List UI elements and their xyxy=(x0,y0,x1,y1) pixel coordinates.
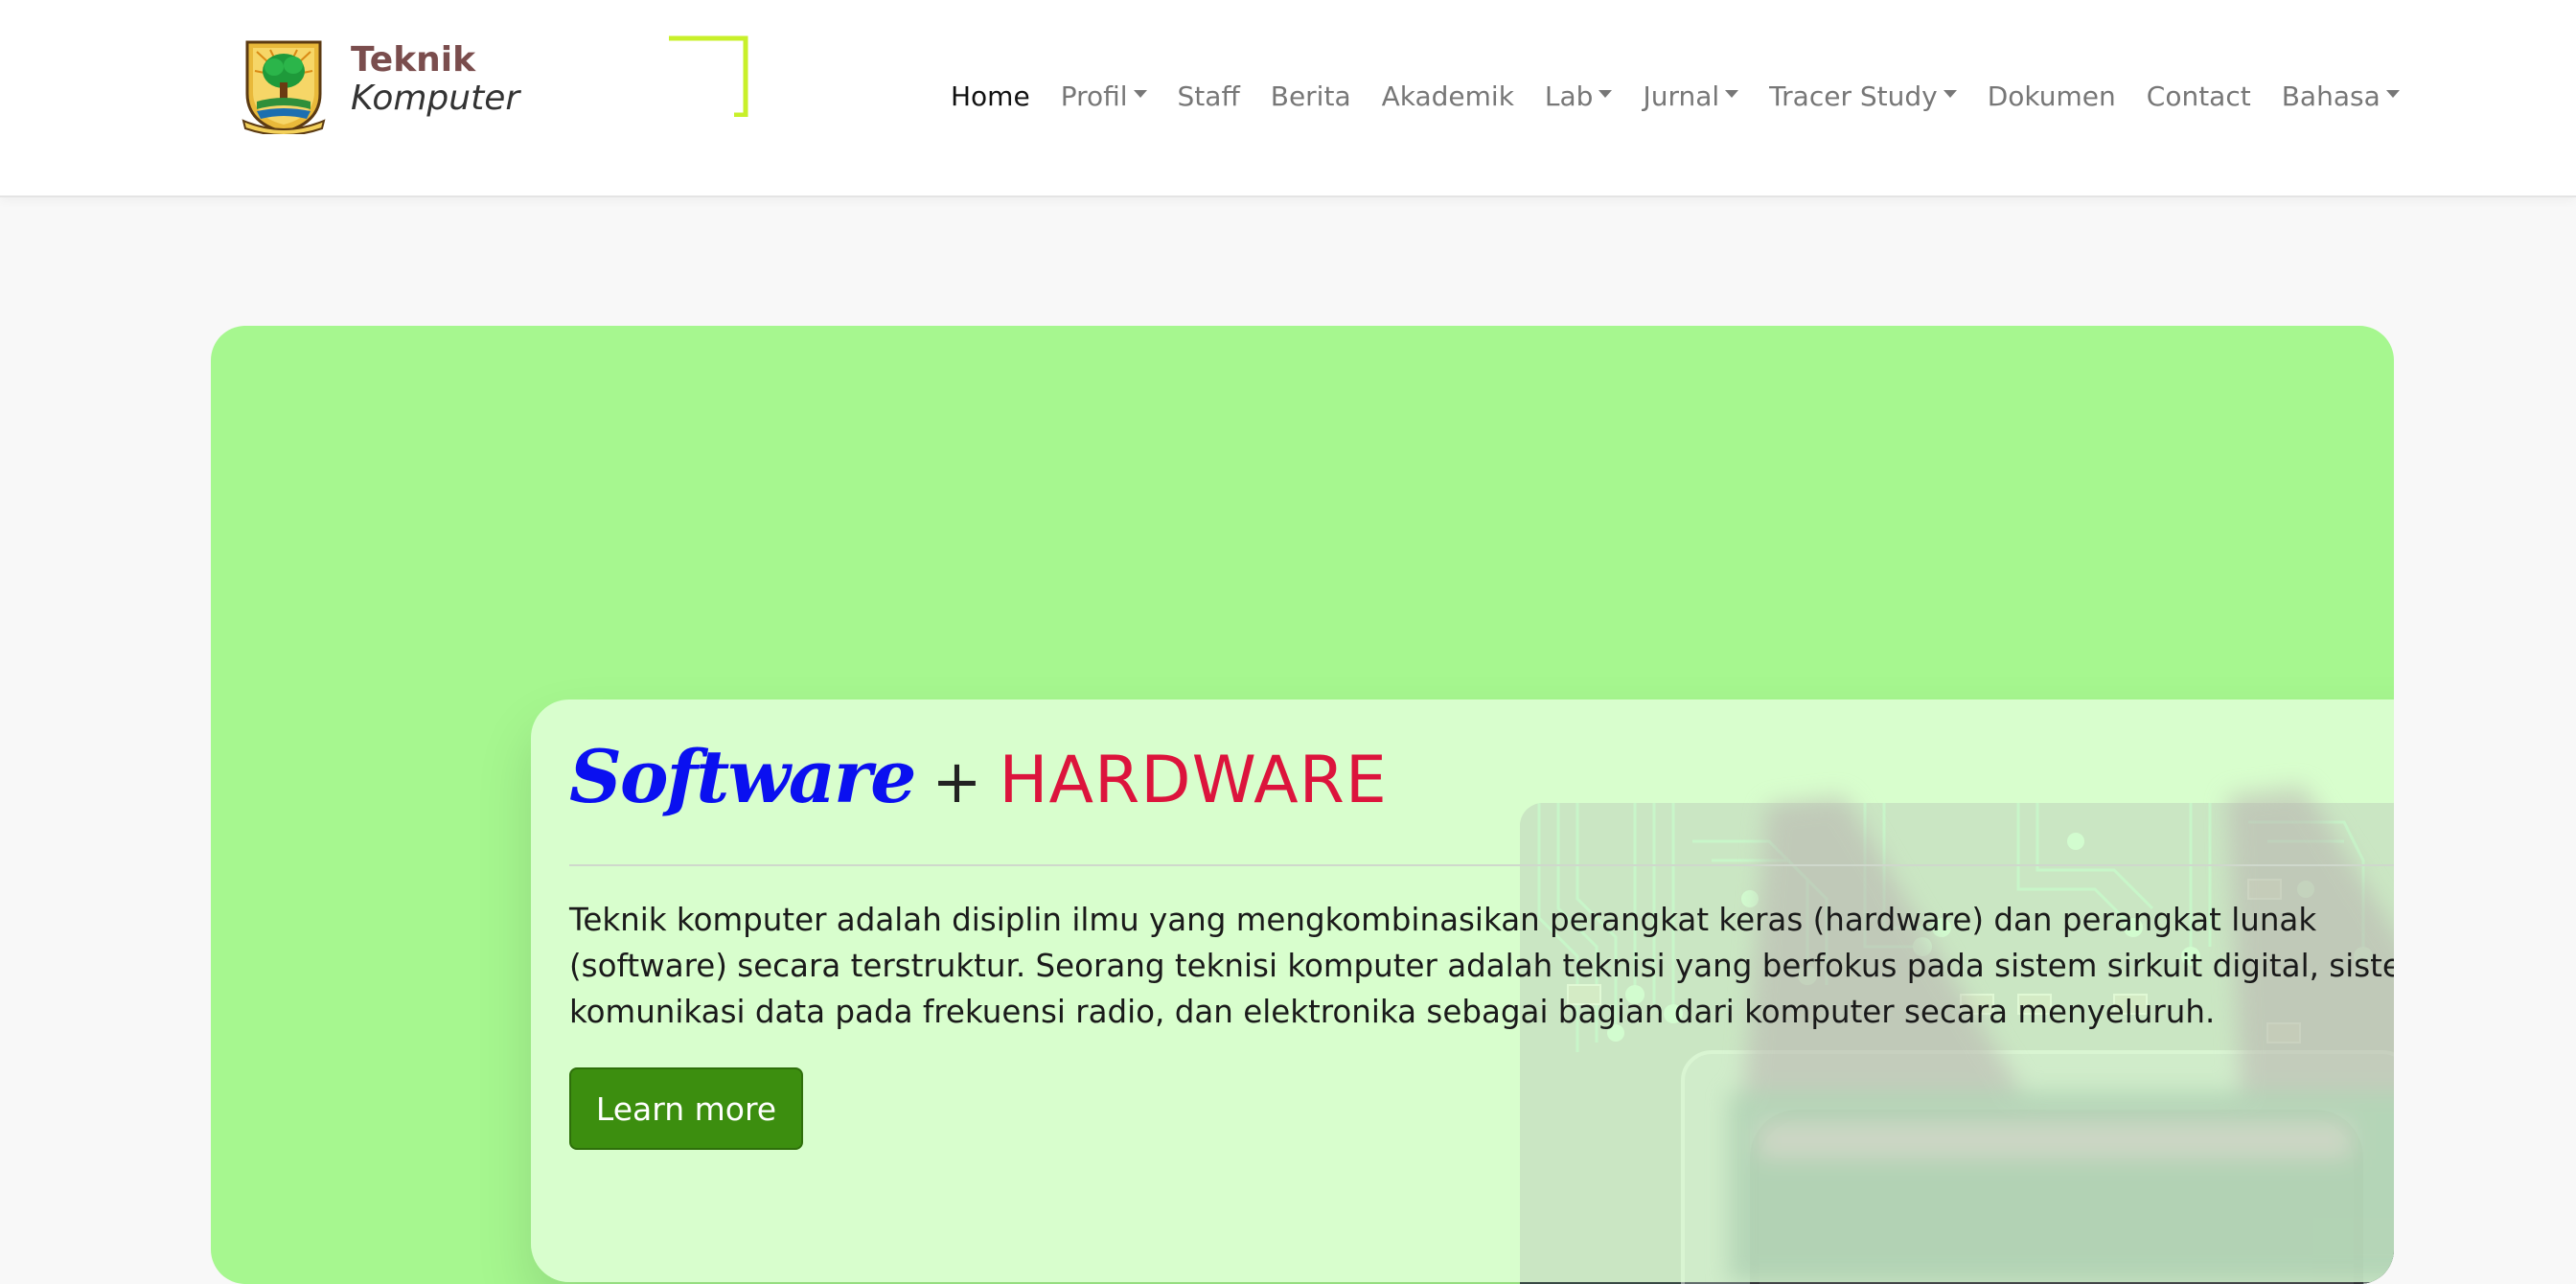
nav-bahasa[interactable]: Bahasa xyxy=(2266,80,2415,112)
hero-card: Software + HARDWARE Teknik komputer adal… xyxy=(531,699,2394,1282)
learn-more-button[interactable]: Learn more xyxy=(569,1067,803,1150)
nav-berita-label: Berita xyxy=(1270,80,1351,112)
nav-dokumen[interactable]: Dokumen xyxy=(1972,80,2131,112)
brand-link[interactable]: Teknik Komputer xyxy=(242,34,748,136)
nav-lab[interactable]: Lab xyxy=(1530,80,1628,112)
hero-section: Software + HARDWARE Teknik komputer adal… xyxy=(211,326,2394,1284)
title-plus: + xyxy=(932,746,982,816)
caret-down-icon xyxy=(1725,90,1739,98)
nav-staff-label: Staff xyxy=(1177,80,1240,112)
university-crest-icon xyxy=(242,40,326,134)
nav-contact-label: Contact xyxy=(2146,80,2251,112)
nav-jurnal-label: Jurnal xyxy=(1643,80,1720,112)
nav-contact[interactable]: Contact xyxy=(2131,80,2266,112)
nav-lab-label: Lab xyxy=(1544,80,1594,112)
caret-down-icon xyxy=(2385,90,2400,98)
nav-home-label: Home xyxy=(951,80,1030,112)
nav-jurnal[interactable]: Jurnal xyxy=(1627,80,1754,112)
caret-down-icon xyxy=(1133,90,1147,98)
main-nav: Home Profil Staff Berita Akademik Lab Ju… xyxy=(935,73,2415,119)
nav-berita[interactable]: Berita xyxy=(1255,80,1367,112)
nav-akademik-label: Akademik xyxy=(1381,80,1514,112)
title-hardware: HARDWARE xyxy=(999,743,1388,818)
nav-staff[interactable]: Staff xyxy=(1162,80,1255,112)
nav-akademik[interactable]: Akademik xyxy=(1367,80,1530,112)
nav-dokumen-label: Dokumen xyxy=(1987,80,2116,112)
nav-bahasa-label: Bahasa xyxy=(2281,80,2380,112)
navbar: Teknik Komputer Home Profil Staff Berita… xyxy=(0,0,2576,197)
nav-tracer-study-label: Tracer Study xyxy=(1769,80,1938,112)
caret-down-icon xyxy=(1598,90,1613,98)
hero-title: Software + HARDWARE xyxy=(569,734,1388,819)
title-software: Software xyxy=(569,734,916,819)
hero-description: Teknik komputer adalah disiplin ilmu yan… xyxy=(569,902,2394,1030)
nav-profil-label: Profil xyxy=(1060,80,1128,112)
caret-down-icon xyxy=(1943,90,1957,98)
card-divider xyxy=(569,864,2394,866)
nav-profil[interactable]: Profil xyxy=(1046,80,1162,112)
brand-subtitle: Komputer xyxy=(351,79,520,118)
nav-home[interactable]: Home xyxy=(935,80,1046,112)
brand-title: Teknik xyxy=(351,40,476,80)
nav-tracer-study[interactable]: Tracer Study xyxy=(1754,80,1972,112)
